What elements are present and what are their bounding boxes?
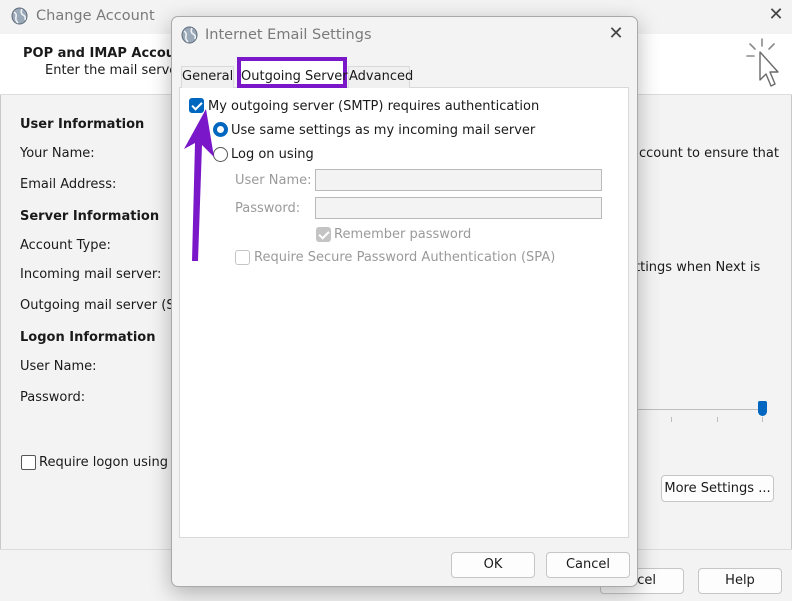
offline-mail-slider-track [636, 409, 764, 410]
same-settings-label: Use same settings as my incoming mail se… [231, 123, 536, 138]
tab-general[interactable]: General [181, 66, 234, 88]
log-on-using-label: Log on using [231, 147, 314, 162]
more-settings-button[interactable]: More Settings ... [661, 475, 774, 502]
spa-label: Require Secure Password Authentication (… [254, 250, 556, 265]
slider-tick [671, 417, 672, 422]
globe-icon [11, 7, 28, 25]
tab-outgoing-server[interactable]: Outgoing Server [237, 57, 348, 88]
your-name-label: Your Name: [20, 146, 95, 161]
account-type-label: Account Type: [20, 238, 111, 253]
user-name-label: User Name: [20, 359, 97, 374]
help-button[interactable]: Help [698, 568, 782, 594]
test-settings-description: ccount to ensure that [639, 146, 779, 161]
username-label: User Name: [235, 173, 312, 188]
tab-advanced[interactable]: Advanced [348, 66, 413, 88]
incoming-server-label: Incoming mail server: [20, 267, 162, 282]
user-information-section: User Information [20, 117, 145, 132]
dialog-title: Internet Email Settings [205, 27, 372, 43]
smtp-auth-label: My outgoing server (SMTP) requires authe… [208, 99, 540, 114]
username-field[interactable] [315, 169, 602, 191]
close-icon[interactable]: ✕ [766, 5, 786, 25]
password-label: Password: [20, 390, 86, 405]
outgoing-server-label: Outgoing mail server (SMT [20, 298, 194, 313]
globe-icon [181, 26, 198, 44]
offline-mail-slider-thumb[interactable] [758, 401, 767, 416]
ok-button[interactable]: OK [451, 552, 535, 578]
test-settings-next-description: ttings when Next is [635, 260, 761, 275]
spa-checkbox[interactable] [235, 250, 250, 265]
slider-tick [762, 417, 763, 422]
account-type-heading: POP and IMAP Account [23, 46, 191, 61]
change-account-title: Change Account [36, 8, 155, 24]
remember-password-label: Remember password [334, 227, 472, 242]
dialog-cancel-button[interactable]: Cancel [546, 552, 630, 578]
slider-tick [717, 417, 718, 422]
require-logon-spa-label: Require logon using Se [39, 455, 189, 470]
email-address-label: Email Address: [20, 177, 117, 192]
server-information-section: Server Information [20, 209, 160, 224]
cursor-icon [746, 38, 779, 87]
remember-password-checkbox[interactable] [316, 227, 331, 242]
logon-information-section: Logon Information [20, 330, 156, 345]
password-label: Password: [235, 201, 301, 216]
close-icon[interactable]: ✕ [606, 24, 626, 44]
password-field[interactable] [315, 197, 602, 219]
require-logon-spa-checkbox[interactable] [21, 455, 36, 470]
annotation-arrow-icon [184, 109, 214, 261]
